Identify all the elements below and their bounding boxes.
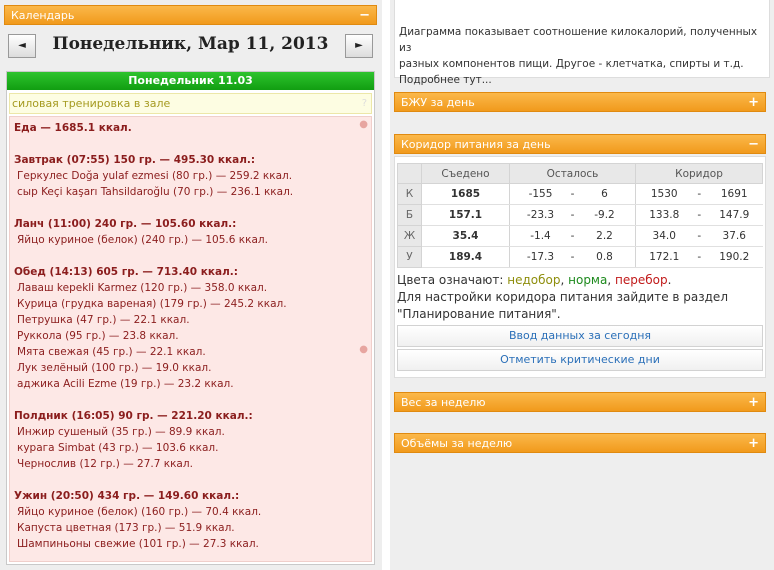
day-header: Понедельник 11.03 bbox=[7, 72, 374, 90]
legend-over: перебор bbox=[614, 273, 668, 287]
pin-icon[interactable]: ● bbox=[359, 119, 368, 130]
column-header: Съедено bbox=[421, 163, 510, 184]
food-diary: ● ● Еда — 1685.1 ккал. Завтрак (07:55) 1… bbox=[9, 116, 372, 562]
date-navigation: ◄ Понедельник, Мар 11, 2013 ► bbox=[4, 28, 377, 66]
pin-icon[interactable]: ● bbox=[359, 344, 368, 355]
eaten-value: 35.4 bbox=[421, 225, 510, 247]
corridor-panel-header[interactable]: Коридор питания за день − bbox=[394, 134, 766, 154]
meal-item[interactable]: Петрушка (47 гр.) — 22.1 ккал. bbox=[14, 312, 367, 328]
legend-end: . bbox=[667, 273, 672, 287]
meal-header[interactable]: Ланч (11:00) 240 гр. — 105.60 ккал.: bbox=[14, 216, 367, 232]
expand-icon[interactable]: + bbox=[748, 93, 759, 112]
corridor-range: 172.1-190.2 bbox=[635, 246, 763, 268]
eaten-value: 1685 bbox=[421, 183, 510, 205]
meal-item[interactable]: Капуста цветная (173 гр.) — 51.9 ккал. bbox=[14, 520, 367, 536]
info-line: разных компонентов пищи. Другое - клетча… bbox=[399, 58, 744, 70]
week-volume-title: Объёмы за неделю bbox=[401, 437, 513, 450]
corridor-hint: Для настройки коридора питания зайдите в… bbox=[397, 290, 728, 304]
corner-cell bbox=[397, 163, 422, 184]
calendar-header[interactable]: Календарь − bbox=[4, 5, 377, 25]
week-volume-panel-header[interactable]: Объёмы за неделю + bbox=[394, 433, 766, 453]
info-line: Диаграмма показывает соотношение килокал… bbox=[399, 26, 758, 54]
prev-day-button[interactable]: ◄ bbox=[8, 34, 36, 58]
calendar-title: Календарь bbox=[11, 9, 75, 22]
column-header: Коридор bbox=[635, 163, 763, 184]
food-total: Еда — 1685.1 ккал. bbox=[14, 122, 132, 134]
remaining-range: -155-6 bbox=[509, 183, 636, 205]
remaining-range: -1.4-2.2 bbox=[509, 225, 636, 247]
table-row: Б 157.1 -23.3- -9.2 133.8-147.9 bbox=[397, 204, 763, 226]
meal-header[interactable]: Полдник (16:05) 90 гр. — 221.20 ккал.: bbox=[14, 408, 367, 424]
calendar-panel: Календарь − ◄ Понедельник, Мар 11, 2013 … bbox=[0, 0, 382, 570]
eaten-value: 157.1 bbox=[421, 204, 510, 226]
bju-panel-header[interactable]: БЖУ за день + bbox=[394, 92, 766, 112]
meal-item[interactable]: курага Simbat (43 гр.) — 103.6 ккал. bbox=[14, 440, 367, 456]
expand-icon[interactable]: + bbox=[748, 393, 759, 412]
meal-item[interactable]: Шампиньоны свежие (101 гр.) — 27.3 ккал. bbox=[14, 536, 367, 552]
remaining-range: -17.3-0.8 bbox=[509, 246, 636, 268]
column-header: Осталось bbox=[509, 163, 636, 184]
week-weight-panel-header[interactable]: Вес за неделю + bbox=[394, 392, 766, 412]
expand-icon[interactable]: + bbox=[748, 434, 759, 453]
row-label: У bbox=[397, 246, 422, 268]
collapse-icon[interactable]: − bbox=[359, 6, 370, 25]
corridor-title: Коридор питания за день bbox=[401, 138, 551, 151]
legend-norm: норма bbox=[568, 273, 608, 287]
diagram-info: Диаграмма показывает соотношение килокал… bbox=[394, 0, 770, 86]
meal-item[interactable]: Мята свежая (45 гр.) — 22.1 ккал. bbox=[14, 344, 367, 360]
meal-item[interactable]: аджика Acili Ezme (19 гр.) — 23.2 ккал. bbox=[14, 376, 367, 392]
planning-link[interactable]: "Планирование питания". bbox=[397, 306, 761, 323]
table-row: К 1685 -155-6 1530-1691 bbox=[397, 183, 763, 205]
critical-days-button[interactable]: Отметить критические дни bbox=[397, 349, 763, 371]
remaining-range: -23.3- -9.2 bbox=[509, 204, 636, 226]
more-link[interactable]: Подробнее тут... bbox=[399, 72, 765, 88]
corridor-table: Съедено Осталось Коридор К 1685 -155-6 1… bbox=[397, 163, 763, 268]
row-label: Ж bbox=[397, 225, 422, 247]
row-label: Б bbox=[397, 204, 422, 226]
meal-header[interactable]: Ужин (20:50) 434 гр. — 149.60 ккал.: bbox=[14, 488, 367, 504]
legend-under: недобор bbox=[507, 273, 561, 287]
meal-item[interactable]: Чернослив (12 гр.) — 27.7 ккал. bbox=[14, 456, 367, 472]
row-label: К bbox=[397, 183, 422, 205]
corridor-range: 1530-1691 bbox=[635, 183, 763, 205]
meal-item[interactable]: Геркулес Doğa yulaf ezmesi (80 гр.) — 25… bbox=[14, 168, 367, 184]
week-weight-title: Вес за неделю bbox=[401, 396, 486, 409]
next-day-button[interactable]: ► bbox=[345, 34, 373, 58]
day-box: Понедельник 11.03 силовая тренировка в з… bbox=[6, 71, 375, 565]
meal-item[interactable]: Лаваш kepekli Karmez (120 гр.) — 358.0 к… bbox=[14, 280, 367, 296]
meal-item[interactable]: Лук зелёный (100 гр.) — 19.0 ккал. bbox=[14, 360, 367, 376]
table-row: У 189.4 -17.3-0.8 172.1-190.2 bbox=[397, 246, 763, 268]
meal-header[interactable]: Обед (14:13) 605 гр. — 713.40 ккал.: bbox=[14, 264, 367, 280]
meal-item[interactable]: Яйцо куриное (белок) (160 гр.) — 70.4 кк… bbox=[14, 504, 367, 520]
table-row: Ж 35.4 -1.4-2.2 34.0-37.6 bbox=[397, 225, 763, 247]
workout-text: силовая тренировка в зале bbox=[12, 97, 171, 110]
corridor-range: 133.8-147.9 bbox=[635, 204, 763, 226]
workout-note[interactable]: силовая тренировка в зале ? bbox=[9, 93, 372, 114]
bju-title: БЖУ за день bbox=[401, 96, 475, 109]
eaten-value: 189.4 bbox=[421, 246, 510, 268]
current-date-title: Понедельник, Мар 11, 2013 bbox=[52, 34, 329, 54]
corridor-range: 34.0-37.6 bbox=[635, 225, 763, 247]
meal-item[interactable]: Яйцо куриное (белок) (240 гр.) — 105.6 к… bbox=[14, 232, 367, 248]
help-icon[interactable]: ? bbox=[362, 94, 367, 113]
collapse-icon[interactable]: − bbox=[748, 135, 759, 154]
corridor-body: Съедено Осталось Коридор К 1685 -155-6 1… bbox=[394, 156, 766, 378]
stats-panel: Диаграмма показывает соотношение килокал… bbox=[390, 0, 774, 570]
meal-item[interactable]: Руккола (95 гр.) — 23.8 ккал. bbox=[14, 328, 367, 344]
legend-sep: , bbox=[607, 273, 615, 287]
meal-item[interactable]: Курица (грудка вареная) (179 гр.) — 245.… bbox=[14, 296, 367, 312]
legend-prefix: Цвета означают: bbox=[397, 273, 508, 287]
enter-today-button[interactable]: Ввод данных за сегодня bbox=[397, 325, 763, 347]
meal-item[interactable]: Инжир сушеный (35 гр.) — 89.9 ккал. bbox=[14, 424, 367, 440]
meal-item[interactable]: сыр Keçi kaşarı Tahsildaroğlu (70 гр.) —… bbox=[14, 184, 367, 200]
legend-sep: , bbox=[560, 273, 569, 287]
meal-header[interactable]: Завтрак (07:55) 150 гр. — 495.30 ккал.: bbox=[14, 152, 367, 168]
color-legend: Цвета означают: недобор, норма, перебор.… bbox=[397, 272, 761, 323]
